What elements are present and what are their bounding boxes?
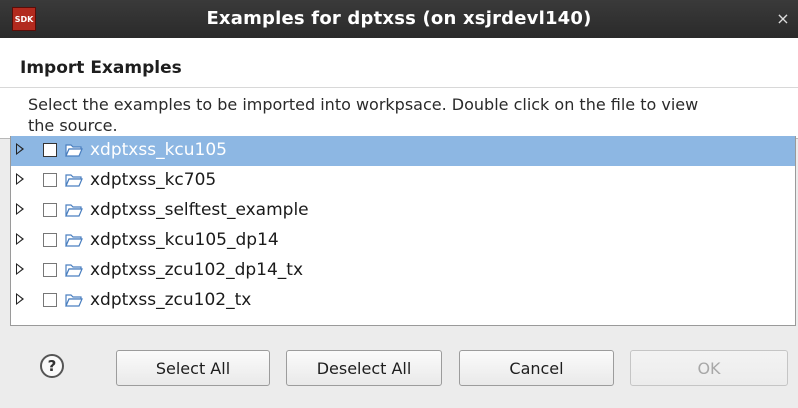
folder-open-icon [65, 204, 83, 217]
close-icon[interactable]: × [774, 0, 792, 38]
example-checkbox[interactable] [43, 143, 57, 157]
folder-open-icon [65, 144, 83, 157]
example-checkbox[interactable] [43, 293, 57, 307]
header-divider [0, 87, 798, 88]
tree-row[interactable]: xdptxss_zcu102_tx [11, 286, 795, 316]
tree-row[interactable]: xdptxss_zcu102_dp14_tx [11, 256, 795, 286]
tree-row[interactable]: xdptxss_kc705 [11, 166, 795, 196]
tree-row[interactable]: xdptxss_kcu105_dp14 [11, 226, 795, 256]
example-checkbox[interactable] [43, 233, 57, 247]
folder-open-icon [65, 234, 83, 247]
expand-arrow-icon[interactable] [16, 203, 24, 215]
header-description: Select the examples to be imported into … [28, 95, 699, 135]
example-label: xdptxss_kc705 [90, 170, 217, 190]
folder-open-icon [65, 294, 83, 307]
example-label: xdptxss_zcu102_tx [90, 290, 252, 310]
expand-arrow-icon[interactable] [16, 263, 24, 275]
cancel-button[interactable]: Cancel [459, 350, 614, 386]
example-label: xdptxss_kcu105_dp14 [90, 230, 279, 250]
tree-row[interactable]: xdptxss_kcu105 [11, 136, 795, 166]
folder-open-icon [65, 264, 83, 277]
expand-arrow-icon[interactable] [16, 173, 24, 185]
example-label: xdptxss_kcu105 [90, 140, 227, 160]
folder-open-icon [65, 174, 83, 187]
example-label: xdptxss_zcu102_dp14_tx [90, 260, 304, 280]
select-all-button[interactable]: Select All [116, 350, 270, 386]
title-bar: SDK Examples for dptxss (on xsjrdevl140)… [0, 0, 798, 38]
example-label: xdptxss_selftest_example [90, 200, 309, 220]
examples-tree[interactable]: xdptxss_kcu105 xdptxss_kc705 xdptxss_sel… [10, 136, 796, 326]
tree-row[interactable]: xdptxss_selftest_example [11, 196, 795, 226]
help-icon[interactable]: ? [40, 354, 64, 378]
expand-arrow-icon[interactable] [16, 293, 24, 305]
ok-button[interactable]: OK [630, 350, 788, 386]
example-checkbox[interactable] [43, 263, 57, 277]
deselect-all-button[interactable]: Deselect All [286, 350, 442, 386]
expand-arrow-icon[interactable] [16, 233, 24, 245]
example-checkbox[interactable] [43, 173, 57, 187]
window-title: Examples for dptxss (on xsjrdevl140) [206, 8, 592, 29]
example-checkbox[interactable] [43, 203, 57, 217]
dialog-header: Import Examples Select the examples to b… [0, 38, 798, 139]
header-title: Import Examples [20, 58, 182, 78]
expand-arrow-icon[interactable] [16, 143, 24, 155]
